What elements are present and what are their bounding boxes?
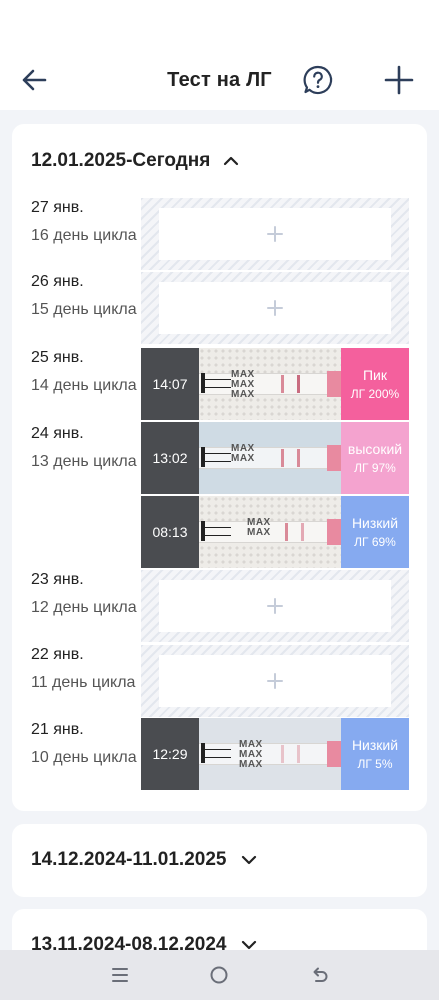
- recent-apps-button[interactable]: [107, 962, 133, 988]
- plus-icon: [267, 300, 283, 316]
- day-date-col: 24 янв. 13 день цикла: [31, 424, 141, 473]
- test-result-card[interactable]: 08:13 MAX MAX Низкий ЛГ 69%: [141, 496, 409, 568]
- plus-icon: [267, 598, 283, 614]
- cycle-day: 10 день цикла: [31, 749, 137, 766]
- status-bar-area: [0, 0, 439, 50]
- cycle-day: 14 день цикла: [31, 377, 137, 394]
- cycle-day: 13 день цикла: [31, 453, 137, 470]
- strip-label: MAX MAX: [247, 517, 271, 538]
- current-cycle-title: 12.01.2025-Сегодня: [31, 150, 211, 171]
- result-value: ЛГ 69%: [354, 535, 396, 549]
- add-test-slot[interactable]: [141, 198, 409, 270]
- plus-icon: [267, 673, 283, 689]
- test-strip-photo: MAX MAX MAX: [199, 348, 341, 420]
- add-test-button[interactable]: [382, 63, 416, 97]
- day-date: 27 янв.: [31, 199, 84, 216]
- day-date-col: 26 янв. 15 день цикла: [31, 272, 141, 321]
- page-title: Тест на ЛГ: [167, 68, 272, 91]
- test-result-badge: высокий ЛГ 97%: [341, 422, 409, 494]
- app-bar: Тест на ЛГ: [0, 50, 439, 110]
- add-test-slot[interactable]: [141, 645, 409, 717]
- cycle-day: 16 день цикла: [31, 227, 137, 244]
- day-date: 22 янв.: [31, 646, 84, 663]
- day-date-col: 23 янв. 12 день цикла: [31, 570, 141, 619]
- cycle-day: 11 день цикла: [31, 674, 136, 691]
- home-circle-icon: [210, 966, 228, 984]
- chevron-down-icon: [242, 855, 257, 865]
- test-time: 08:13: [141, 496, 199, 568]
- test-result-badge: Низкий ЛГ 5%: [341, 718, 409, 790]
- back-arrow-icon: [313, 967, 328, 982]
- strip-label: MAX MAX MAX: [231, 369, 255, 400]
- question-bubble-icon: [303, 65, 333, 95]
- plus-icon: [384, 65, 414, 95]
- current-cycle-header[interactable]: 12.01.2025-Сегодня: [31, 150, 240, 172]
- test-result-card[interactable]: 13:02 MAX MAX высокий ЛГ 97%: [141, 422, 409, 494]
- home-button[interactable]: [206, 962, 232, 988]
- strip-label: MAX MAX MAX: [239, 739, 263, 770]
- test-strip-photo: MAX MAX MAX: [199, 718, 341, 790]
- test-time: 12:29: [141, 718, 199, 790]
- current-cycle-card: 12.01.2025-Сегодня 27 янв. 16 день цикла…: [12, 124, 427, 811]
- result-level: Пик: [362, 367, 387, 383]
- result-level: высокий: [347, 441, 403, 457]
- system-back-button[interactable]: [306, 962, 332, 988]
- arrow-left-icon: [22, 69, 47, 91]
- plus-icon: [267, 226, 283, 242]
- strip-label: MAX MAX: [231, 443, 255, 464]
- previous-cycle-card[interactable]: 14.12.2024-11.01.2025: [12, 824, 427, 897]
- result-value: ЛГ 5%: [357, 757, 393, 771]
- result-value: ЛГ 200%: [350, 387, 400, 401]
- result-value: ЛГ 97%: [354, 461, 396, 475]
- day-date: 25 янв.: [31, 349, 84, 366]
- test-time: 14:07: [141, 348, 199, 420]
- day-date: 26 янв.: [31, 273, 84, 290]
- chevron-up-icon: [224, 156, 239, 166]
- day-date: 24 янв.: [31, 425, 84, 442]
- add-test-slot[interactable]: [141, 272, 409, 344]
- cycle-day: 12 день цикла: [31, 599, 137, 616]
- add-test-slot[interactable]: [141, 570, 409, 642]
- test-result-badge: Низкий ЛГ 69%: [341, 496, 409, 568]
- test-result-card[interactable]: 14:07 MAX MAX MAX Пик ЛГ 200%: [141, 348, 409, 420]
- day-date: 21 янв.: [31, 721, 84, 738]
- result-level: Низкий: [351, 737, 399, 753]
- test-result-card[interactable]: 12:29 MAX MAX MAX Низкий ЛГ 5%: [141, 718, 409, 790]
- day-date-col: 25 янв. 14 день цикла: [31, 348, 141, 397]
- previous-cycle-header[interactable]: 14.12.2024-11.01.2025: [31, 849, 258, 871]
- back-button[interactable]: [18, 64, 50, 96]
- day-date-col: 21 янв. 10 день цикла: [31, 720, 141, 769]
- day-date-col: 22 янв. 11 день цикла: [31, 645, 141, 694]
- result-level: Низкий: [351, 515, 399, 531]
- cycle-day: 15 день цикла: [31, 301, 137, 318]
- menu-lines-icon: [111, 968, 128, 982]
- day-date-col: 27 янв. 16 день цикла: [31, 198, 141, 247]
- day-date: 23 янв.: [31, 571, 84, 588]
- test-result-badge: Пик ЛГ 200%: [341, 348, 409, 420]
- test-time: 13:02: [141, 422, 199, 494]
- previous-cycle-title: 14.12.2024-11.01.2025: [31, 849, 227, 870]
- system-nav-bar: [0, 950, 439, 1000]
- test-strip-photo: MAX MAX: [199, 422, 341, 494]
- test-strip-photo: MAX MAX: [199, 496, 341, 568]
- help-button[interactable]: [302, 64, 334, 96]
